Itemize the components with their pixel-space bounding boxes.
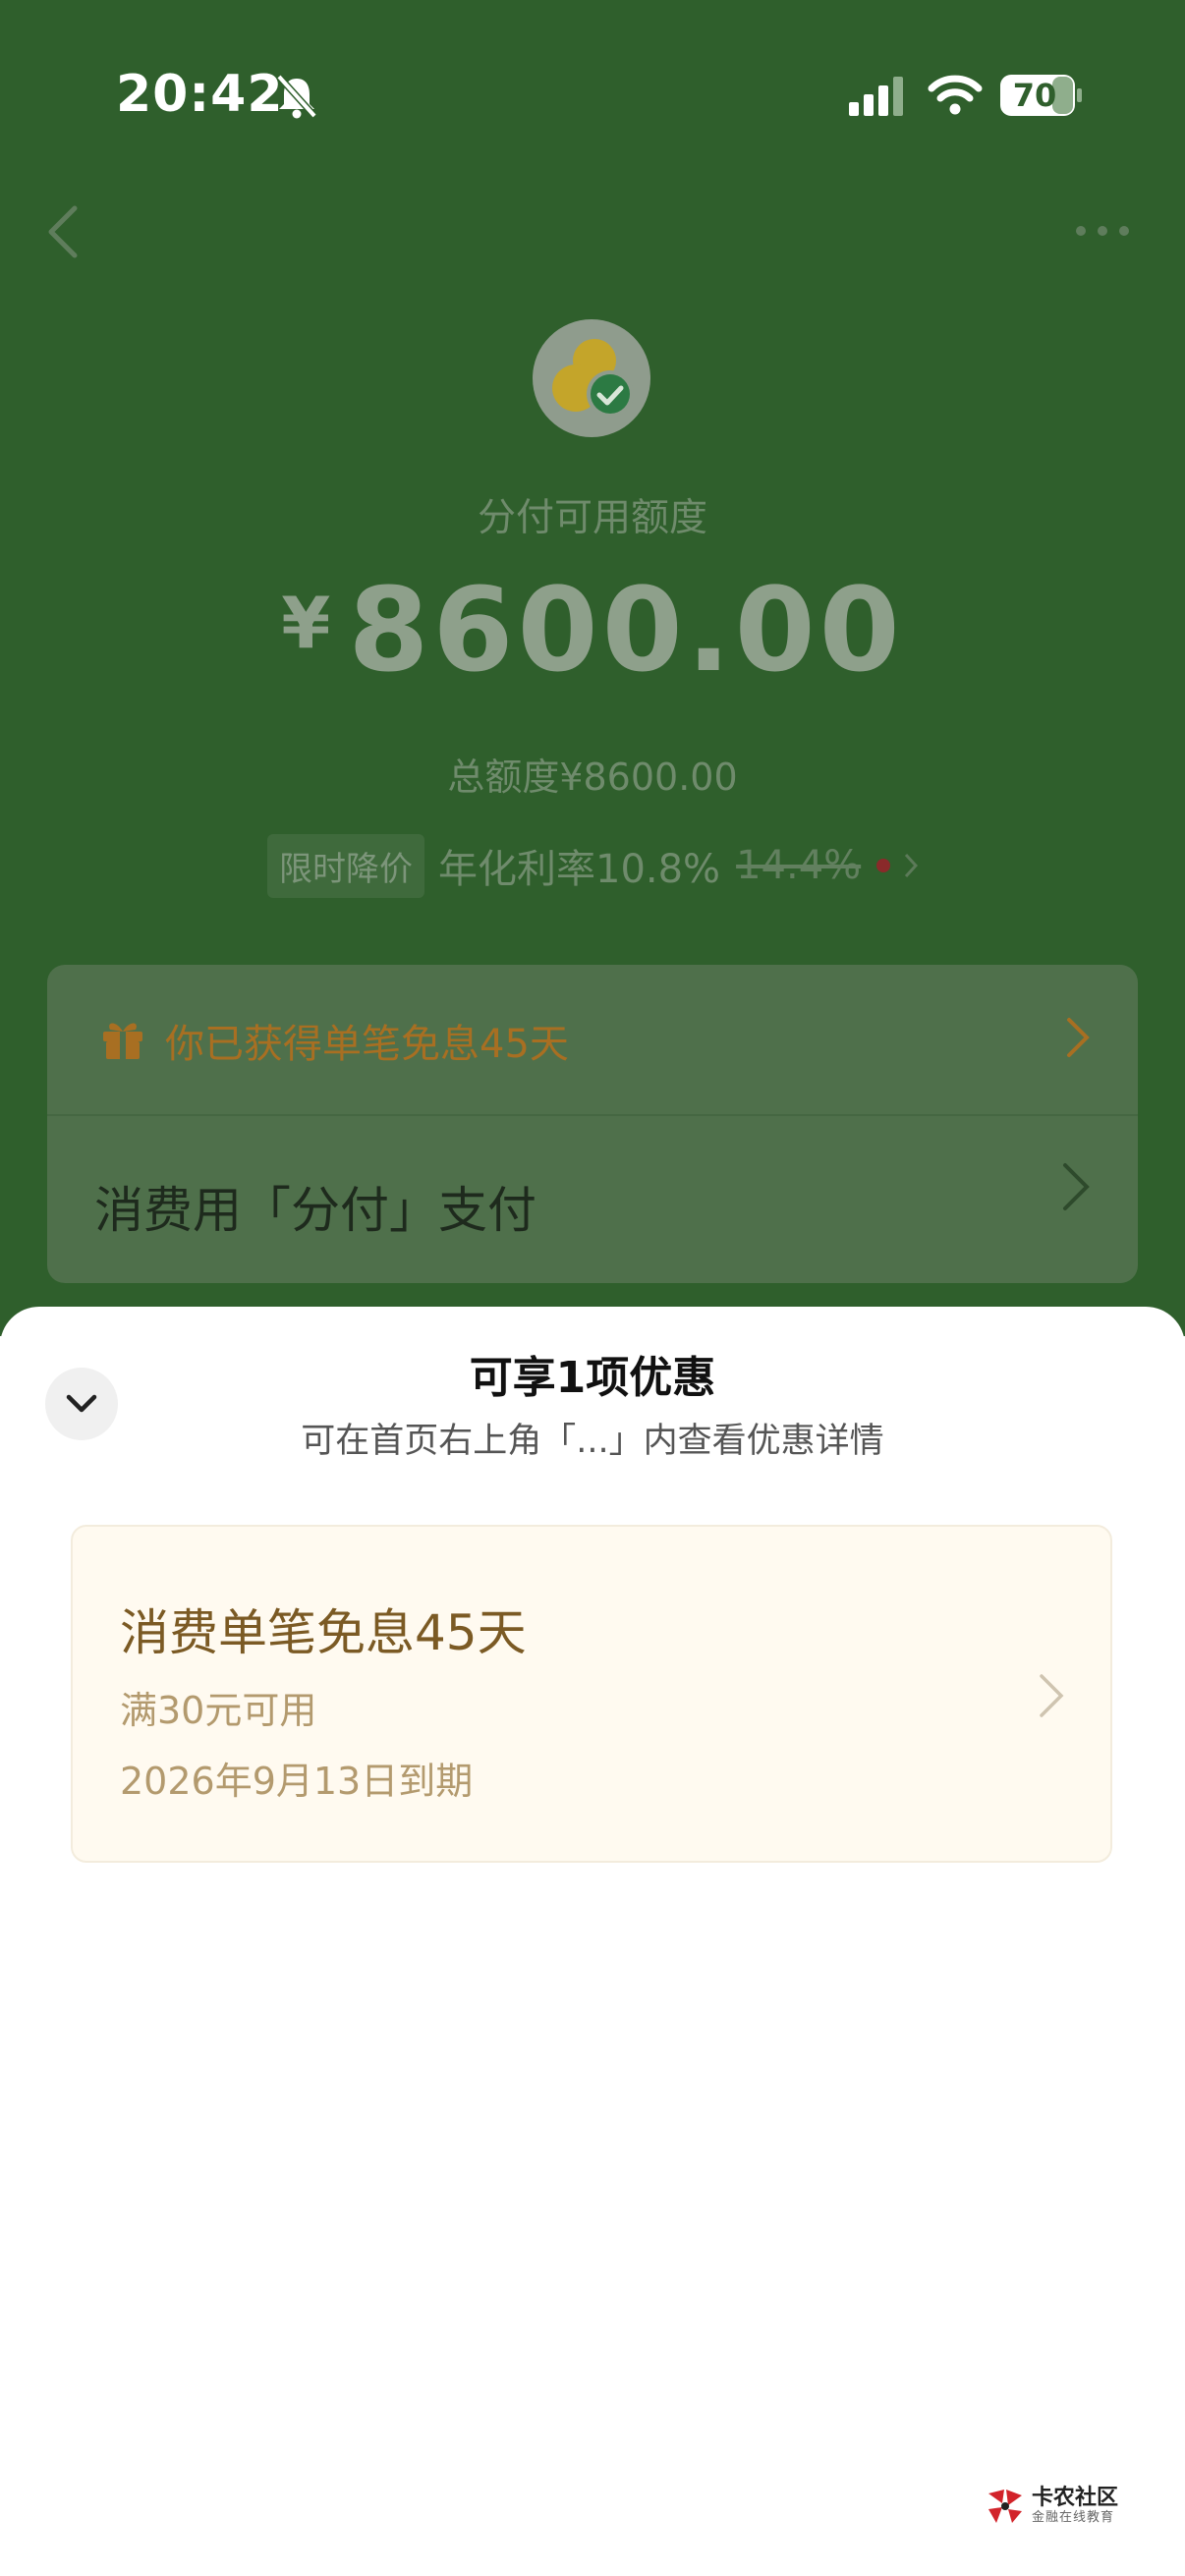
sheet-subtitle: 可在首页右上角「...」内查看优惠详情 <box>301 1422 884 1461</box>
currency-symbol: ¥ <box>281 582 331 664</box>
status-time: 20:42 <box>116 65 284 124</box>
watermark-tagline: 金融在线教育 <box>1032 2510 1115 2525</box>
available-credit-amount: ¥8600.00 <box>0 562 1185 698</box>
watermark-logo-icon <box>988 2490 1022 2523</box>
wifi-icon <box>928 75 983 115</box>
pay-with-fenfu-text: 消费用「分付」支付 <box>94 1182 536 1239</box>
chevron-right-icon <box>1067 1018 1090 1057</box>
gift-icon <box>103 1023 142 1059</box>
chevron-right-icon <box>1040 1674 1064 1717</box>
free-interest-promo-row[interactable]: 你已获得单笔免息45天 <box>47 965 1138 1116</box>
rate-old: 14.4% <box>736 843 862 888</box>
rate-promo-tag: 限时降价 <box>267 833 424 898</box>
available-credit-label: 分付可用额度 <box>477 496 707 540</box>
rate-current: 年化利率10.8% <box>438 847 721 892</box>
chevron-right-icon <box>905 853 919 878</box>
wechat-fenfu-logo-icon <box>533 319 650 437</box>
more-options-icon[interactable] <box>1073 216 1132 246</box>
back-arrow-icon[interactable] <box>43 202 83 261</box>
coupon-condition: 满30元可用 <box>120 1689 317 1732</box>
credit-actions-card: 你已获得单笔免息45天 消费用「分付」支付 <box>47 965 1138 1283</box>
offers-bottom-sheet: 可享1项优惠 可在首页右上角「...」内查看优惠详情 消费单笔免息45天 满30… <box>0 1307 1185 2576</box>
coupon-title: 消费单笔免息45天 <box>120 1604 527 1661</box>
bell-muted-icon <box>276 74 317 119</box>
sheet-title: 可享1项优惠 <box>469 1353 716 1403</box>
battery-indicator: 70 <box>1000 75 1083 116</box>
watermark: 卡农社区 金融在线教育 <box>985 2486 1118 2527</box>
coupon-card[interactable]: 消费单笔免息45天 满30元可用 2026年9月13日到期 <box>71 1525 1112 1863</box>
watermark-name: 卡农社区 <box>1032 2486 1119 2510</box>
cellular-signal-icon <box>849 77 903 116</box>
amount-value: 8600.00 <box>348 562 904 698</box>
coupon-expiry: 2026年9月13日到期 <box>120 1760 474 1803</box>
notification-dot <box>876 859 891 872</box>
interest-rate-row[interactable]: 限时降价 年化利率10.8% 14.4% <box>267 833 919 898</box>
chevron-right-icon <box>1063 1163 1090 1210</box>
total-limit: 总额度¥8600.00 <box>447 756 738 799</box>
promo-text: 你已获得单笔免息45天 <box>165 1022 569 1067</box>
battery-level: 70 <box>1012 77 1057 114</box>
